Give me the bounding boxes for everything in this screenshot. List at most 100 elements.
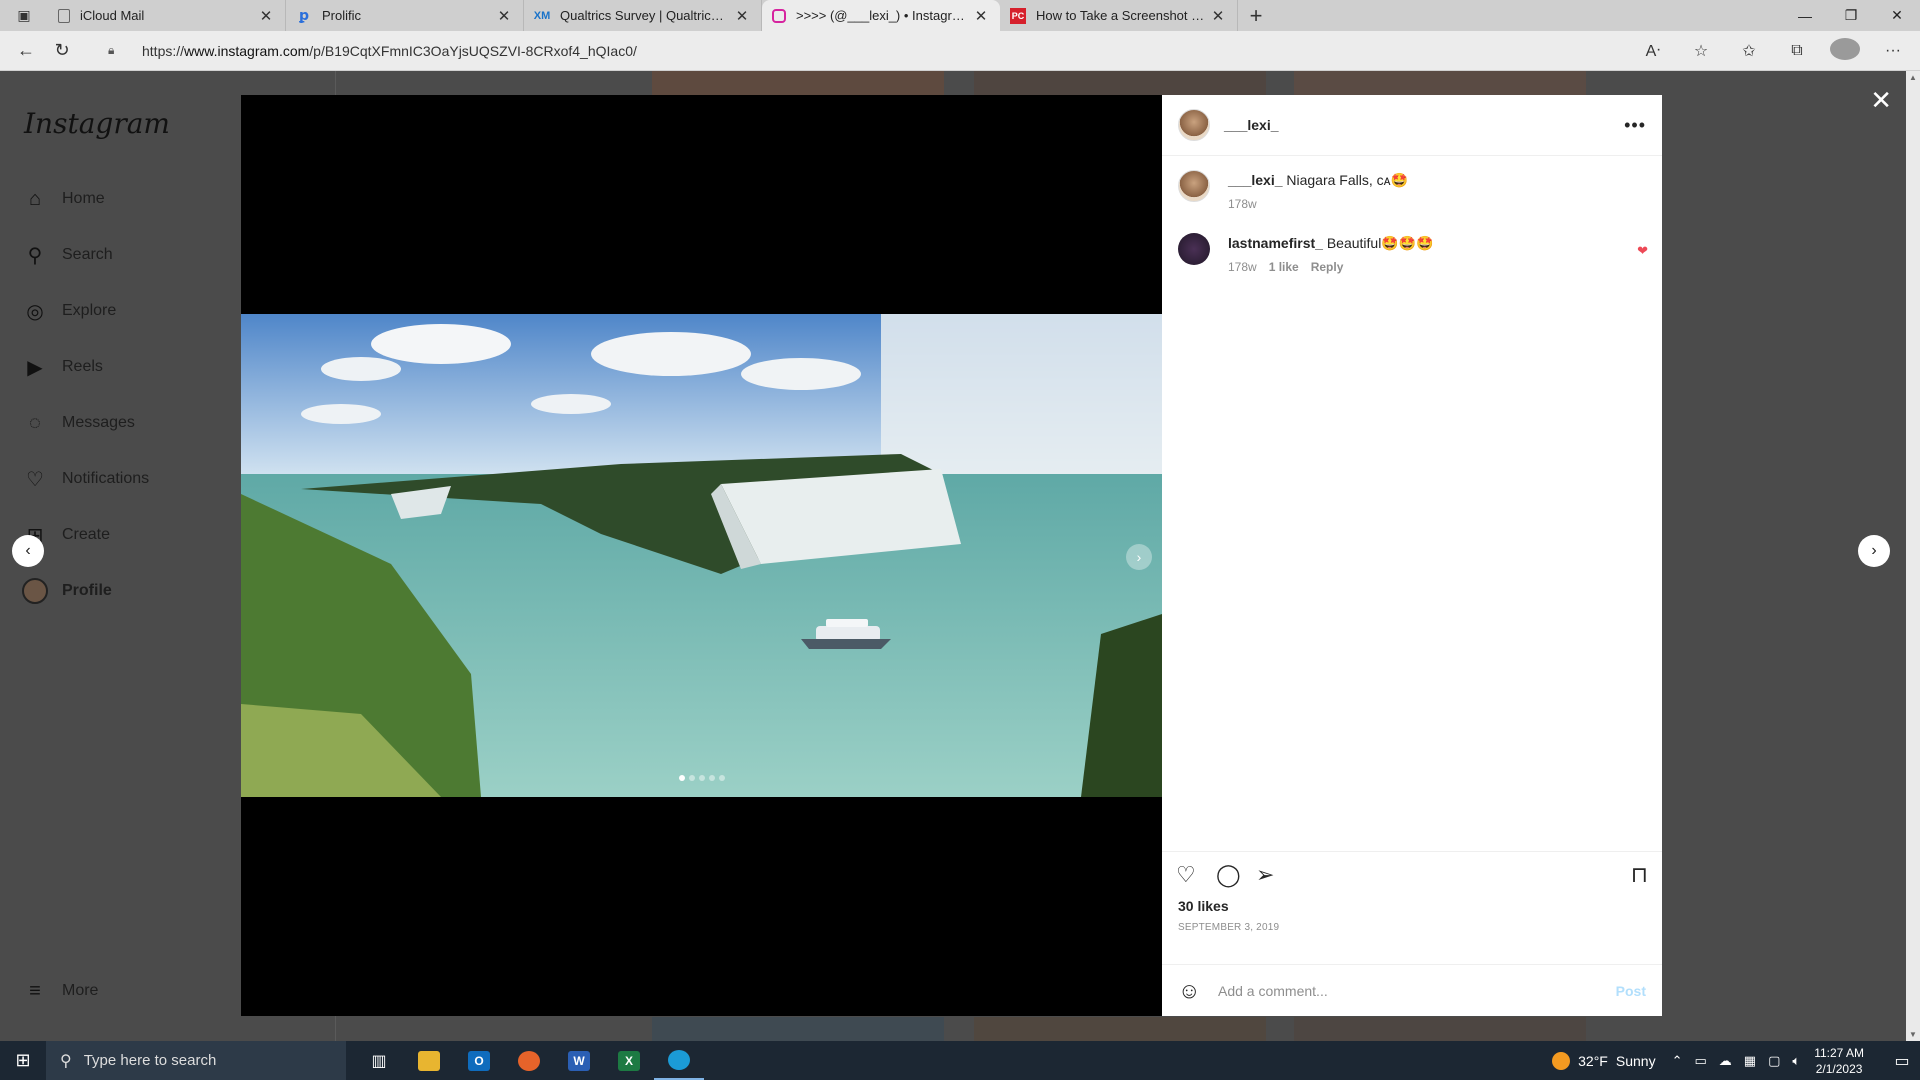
outlook-icon[interactable]: O: [454, 1041, 504, 1080]
weather-widget[interactable]: 32°F Sunny: [1552, 1051, 1656, 1070]
tab-qualtrics[interactable]: XM Qualtrics Survey | Qualtrics Experien…: [524, 0, 762, 31]
comment-text: Beautiful🤩🤩🤩: [1326, 235, 1434, 251]
sidebar-item-messages[interactable]: ◌ Messages: [22, 403, 135, 443]
sidebar-item-label: Explore: [62, 302, 117, 319]
share-paper-plane-icon[interactable]: ➢: [1256, 862, 1296, 888]
weather-temp: 32°F: [1578, 1052, 1608, 1069]
sidebar-item-reels[interactable]: ▶ Reels: [22, 347, 103, 387]
next-post-icon[interactable]: ›: [1858, 535, 1890, 567]
comment-item: lastnamefirst_ Beautiful🤩🤩🤩 178w 1 like …: [1162, 233, 1662, 274]
post-media: ›: [241, 95, 1162, 1016]
post-comment-button[interactable]: Post: [1616, 983, 1646, 999]
onedrive-cloud-icon[interactable]: ☁: [1719, 1053, 1732, 1069]
taskbar-clock[interactable]: 11:27 AM 2/1/2023: [1814, 1045, 1864, 1077]
excel-icon[interactable]: X: [604, 1041, 654, 1080]
prolific-icon: ꝑ: [298, 7, 310, 23]
like-heart-icon[interactable]: ♡: [1176, 862, 1216, 888]
volume-icon[interactable]: 🔈︎: [1792, 1053, 1800, 1069]
sun-icon: [1552, 1051, 1571, 1070]
tab-instagram[interactable]: >>>> (@___lexi_) • Instagram photos ✕: [762, 0, 1000, 31]
edge-icon[interactable]: [654, 1041, 704, 1080]
page-scrollbar[interactable]: ▲ ▼: [1906, 71, 1920, 1041]
tab-prolific[interactable]: ꝑ Prolific ✕: [286, 0, 524, 31]
post-username[interactable]: ___lexi_: [1224, 117, 1279, 133]
previous-post-icon[interactable]: ‹: [12, 535, 44, 567]
carousel-dot: [708, 775, 715, 781]
word-icon[interactable]: W: [554, 1041, 604, 1080]
caption-username[interactable]: ___lexi_: [1228, 172, 1283, 188]
comment-likes[interactable]: 1 like: [1269, 260, 1299, 274]
reply-button[interactable]: Reply: [1311, 260, 1344, 274]
display-icon[interactable]: ▢: [1768, 1053, 1780, 1069]
comment-icon[interactable]: ◯: [1216, 862, 1256, 888]
sidebar-item-search[interactable]: ⚲ Search: [22, 235, 113, 275]
sidebar-item-home[interactable]: ⌂ Home: [22, 179, 105, 219]
close-tab-icon[interactable]: ✕: [1209, 7, 1227, 25]
new-tab-button[interactable]: +: [1238, 0, 1274, 31]
network-icon[interactable]: ▦: [1744, 1053, 1756, 1069]
close-tab-icon[interactable]: ✕: [972, 7, 990, 25]
chevron-up-icon[interactable]: ⌃: [1672, 1053, 1683, 1069]
notification-center-icon[interactable]: ▭: [1884, 1051, 1920, 1071]
tab-pcmag[interactable]: PC How to Take a Screenshot on Any ✕: [1000, 0, 1238, 31]
avatar[interactable]: [1178, 233, 1210, 265]
heart-icon: ♡: [26, 468, 44, 491]
tab-title: Prolific: [322, 8, 362, 23]
comment-username[interactable]: lastnamefirst_: [1228, 235, 1323, 251]
profile-avatar: [22, 578, 48, 604]
instagram-logo[interactable]: Instagram: [24, 107, 170, 140]
avatar[interactable]: [1178, 109, 1210, 141]
more-options-icon[interactable]: •••: [1624, 115, 1646, 136]
windows-taskbar: ⊞ ⚲ Type here to search ▥ O W X 32°F Sun…: [0, 1041, 1920, 1080]
sidebar-item-notifications[interactable]: ♡ Notifications: [22, 459, 149, 499]
weather-desc: Sunny: [1615, 1052, 1656, 1069]
task-view-icon[interactable]: ▥: [354, 1041, 404, 1080]
liked-heart-icon[interactable]: ❤: [1637, 243, 1648, 259]
back-icon[interactable]: ←: [8, 33, 44, 69]
close-tab-icon[interactable]: ✕: [257, 7, 275, 25]
bookmark-icon[interactable]: ⊓: [1631, 862, 1648, 888]
sidebar-item-more[interactable]: ≡ More: [22, 971, 98, 1011]
address-bar[interactable]: 🔒︎ https://www.instagram.com/p/B19CqtXFm…: [94, 35, 1674, 66]
post-photo-niagara-falls[interactable]: ›: [241, 314, 1162, 797]
sidebar-item-explore[interactable]: ◎ Explore: [22, 291, 116, 331]
caption-time[interactable]: 178w: [1228, 197, 1257, 211]
carousel-next-icon[interactable]: ›: [1126, 544, 1152, 570]
scroll-up-icon[interactable]: ▲: [1909, 73, 1917, 82]
read-aloud-icon[interactable]: Aᐧ: [1638, 41, 1668, 61]
post-date: SEPTEMBER 3, 2019: [1178, 922, 1280, 933]
carousel-dot: [678, 775, 685, 781]
avatar[interactable]: [1178, 170, 1210, 202]
refresh-icon[interactable]: ↻: [44, 33, 80, 69]
firefox-icon[interactable]: [504, 1041, 554, 1080]
emoji-icon[interactable]: ☺: [1178, 978, 1218, 1004]
comment-input[interactable]: [1218, 982, 1616, 999]
tab-actions-icon[interactable]: ▣: [0, 0, 48, 31]
taskbar-apps: ▥ O W X: [354, 1041, 704, 1080]
tab-strip: ▣ iCloud Mail ✕ ꝑ Prolific ✕ XM Qualtric…: [0, 0, 1920, 31]
minimize-icon[interactable]: —: [1782, 0, 1828, 31]
close-tab-icon[interactable]: ✕: [733, 7, 751, 25]
scroll-down-icon[interactable]: ▼: [1909, 1030, 1917, 1039]
battery-icon[interactable]: ▭: [1694, 1053, 1706, 1069]
close-tab-icon[interactable]: ✕: [495, 7, 513, 25]
taskbar-search[interactable]: ⚲ Type here to search: [46, 1041, 346, 1080]
favorites-icon[interactable]: ✩: [1734, 41, 1764, 61]
collections-icon[interactable]: ⧉: [1782, 42, 1812, 60]
action-bar: ♡ ◯ ➢ ⊓: [1162, 852, 1662, 898]
tab-title: How to Take a Screenshot on Any: [1036, 8, 1205, 23]
file-explorer-icon[interactable]: [404, 1041, 454, 1080]
tab-title: iCloud Mail: [80, 8, 145, 23]
close-modal-icon[interactable]: ✕: [1870, 85, 1892, 116]
likes-count[interactable]: 30 likes: [1162, 898, 1662, 914]
settings-more-icon[interactable]: ···: [1878, 42, 1908, 60]
sidebar-item-profile[interactable]: Profile: [22, 571, 112, 611]
caption: ___lexi_ Niagara Falls, ᴄᴀ🤩 178w: [1162, 170, 1662, 211]
profile-icon[interactable]: [1830, 37, 1860, 65]
close-window-icon[interactable]: ✕: [1874, 0, 1920, 31]
comment-time[interactable]: 178w: [1228, 260, 1257, 274]
tab-icloud[interactable]: iCloud Mail ✕: [48, 0, 286, 31]
add-favorite-icon[interactable]: ☆: [1686, 41, 1716, 61]
restore-icon[interactable]: ❐: [1828, 0, 1874, 31]
windows-start-icon[interactable]: ⊞: [0, 1041, 46, 1080]
